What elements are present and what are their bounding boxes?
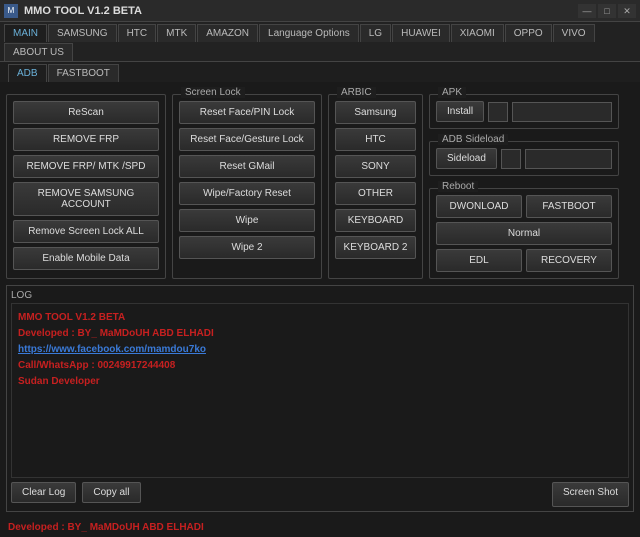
download-button[interactable]: DWONLOAD [436,195,522,218]
adb-sideload-group: ADB Sideload Sideload [429,141,619,176]
normal-button[interactable]: Normal [436,222,612,245]
copy-all-button[interactable]: Copy all [82,482,140,503]
tab-amazon[interactable]: AMAZON [197,24,258,42]
titlebar: M MMO TOOL V1.2 BETA — □ ✕ [0,0,640,22]
apk-group: APK Install [429,94,619,129]
tab-fastboot[interactable]: FASTBOOT [48,64,119,82]
sideload-browse-button[interactable] [501,149,521,169]
sideload-button[interactable]: Sideload [436,148,497,169]
enable-mobile-data-button[interactable]: Enable Mobile Data [13,247,159,270]
main-tabs: MAIN SAMSUNG HTC MTK AMAZON Language Opt… [0,22,640,62]
tab-oppo[interactable]: OPPO [505,24,552,42]
adb-sideload-title: ADB Sideload [438,134,508,145]
arbic-htc-button[interactable]: HTC [335,128,416,151]
remove-samsung-account-button[interactable]: REMOVE SAMSUNG ACCOUNT [13,182,159,216]
sideload-path-input[interactable] [525,149,612,169]
log-group: LOG MMO TOOL V1.2 BETA Developed : BY_ M… [6,285,634,512]
apk-path-input[interactable] [512,102,612,122]
log-line-4: Call/WhatsApp : 00249917244408 [18,358,622,374]
reset-face-pin-button[interactable]: Reset Face/PIN Lock [179,101,315,124]
reset-face-gesture-button[interactable]: Reset Face/Gesture Lock [179,128,315,151]
apk-title: APK [438,87,466,98]
footer-text: Developed : BY_ MaMDoUH ABD ELHADI [0,518,640,537]
window-controls: — □ ✕ [578,4,636,18]
remove-frp-button[interactable]: REMOVE FRP [13,128,159,151]
tab-language[interactable]: Language Options [259,24,359,42]
reboot-title: Reboot [438,181,478,192]
screen-lock-group: Screen Lock Reset Face/PIN Lock Reset Fa… [172,94,322,279]
log-line-2: Developed : BY_ MaMDoUH ABD ELHADI [18,326,622,342]
arbic-other-button[interactable]: OTHER [335,182,416,205]
arbic-sony-button[interactable]: SONY [335,155,416,178]
log-line-1: MMO TOOL V1.2 BETA [18,310,622,326]
arbic-samsung-button[interactable]: Samsung [335,101,416,124]
panels-row: ReScan REMOVE FRP REMOVE FRP/ MTK /SPD R… [6,88,634,279]
log-buttons-row: Clear Log Copy all Screen Shot [11,482,629,507]
sub-tabs: ADB FASTBOOT [0,62,640,82]
clear-log-button[interactable]: Clear Log [11,482,76,503]
actions-group: ReScan REMOVE FRP REMOVE FRP/ MTK /SPD R… [6,94,166,279]
rescan-button[interactable]: ReScan [13,101,159,124]
tab-main[interactable]: MAIN [4,24,47,42]
arbic-title: ARBIC [337,87,376,98]
recovery-button[interactable]: RECOVERY [526,249,612,272]
wipe-button[interactable]: Wipe [179,209,315,232]
arbic-keyboard-button[interactable]: KEYBOARD [335,209,416,232]
arbic-keyboard2-button[interactable]: KEYBOARD 2 [335,236,416,259]
reboot-group: Reboot DWONLOAD FASTBOOT Normal EDL RECO… [429,188,619,279]
window-title: MMO TOOL V1.2 BETA [24,5,578,17]
apk-browse-button[interactable] [488,102,508,122]
close-button[interactable]: ✕ [618,4,636,18]
reset-gmail-button[interactable]: Reset GMail [179,155,315,178]
log-label: LOG [11,290,629,301]
screenshot-button[interactable]: Screen Shot [552,482,629,507]
content-area: ReScan REMOVE FRP REMOVE FRP/ MTK /SPD R… [0,82,640,518]
install-button[interactable]: Install [436,101,484,122]
remove-screenlock-all-button[interactable]: Remove Screen Lock ALL [13,220,159,243]
tab-mtk[interactable]: MTK [157,24,196,42]
tab-adb[interactable]: ADB [8,64,47,82]
tab-xiaomi[interactable]: XIAOMI [451,24,504,42]
wipe-2-button[interactable]: Wipe 2 [179,236,315,259]
log-output: MMO TOOL V1.2 BETA Developed : BY_ MaMDo… [11,303,629,478]
log-line-5: Sudan Developer [18,374,622,390]
tab-vivo[interactable]: VIVO [553,24,595,42]
spacer [147,482,546,507]
remove-frp-mtk-spd-button[interactable]: REMOVE FRP/ MTK /SPD [13,155,159,178]
tab-samsung[interactable]: SAMSUNG [48,24,117,42]
wipe-factory-reset-button[interactable]: Wipe/Factory Reset [179,182,315,205]
fastboot-button[interactable]: FASTBOOT [526,195,612,218]
edl-button[interactable]: EDL [436,249,522,272]
tab-lg[interactable]: LG [360,24,391,42]
right-column: APK Install ADB Sideload Sideload Reboot [429,88,619,279]
screen-lock-title: Screen Lock [181,87,245,98]
arbic-group: ARBIC Samsung HTC SONY OTHER KEYBOARD KE… [328,94,423,279]
log-line-link[interactable]: https://www.facebook.com/mamdou7ko [18,342,622,358]
tab-about[interactable]: ABOUT US [4,43,73,61]
tab-htc[interactable]: HTC [118,24,157,42]
maximize-button[interactable]: □ [598,4,616,18]
app-icon: M [4,4,18,18]
tab-huawei[interactable]: HUAWEI [392,24,450,42]
minimize-button[interactable]: — [578,4,596,18]
